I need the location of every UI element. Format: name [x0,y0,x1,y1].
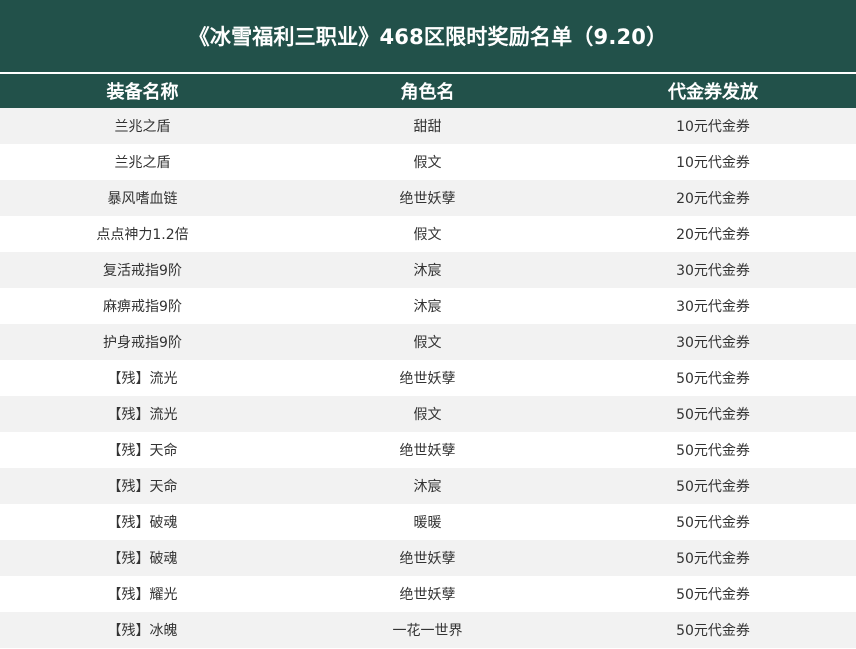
cell-character: 沐宸 [413,263,442,279]
table-header: 装备名称 角色名 代金券发放 [0,74,856,108]
cell-equipment: 复活戒指9阶 [103,263,182,279]
cell-character: 绝世妖孽 [399,191,456,207]
cell-character: 绝世妖孽 [399,371,456,387]
table-row: 【残】冰魄 一花一世界 50元代金券 [0,612,856,648]
cell-voucher: 50元代金券 [676,551,750,567]
table-row: 点点神力1.2倍 假文 20元代金券 [0,216,856,252]
cell-voucher: 30元代金券 [676,263,750,279]
page-title: 《冰雪福利三职业》468区限时奖励名单（9.20） [0,0,856,72]
cell-equipment: 麻痹戒指9阶 [103,299,182,315]
table-row: 【残】天命 绝世妖孽 50元代金券 [0,432,856,468]
cell-character: 假文 [413,407,442,423]
cell-equipment: 【残】流光 [107,407,178,423]
cell-character: 假文 [413,155,442,171]
table-row: 【残】耀光 绝世妖孽 50元代金券 [0,576,856,612]
table-row: 【残】破魂 暖暖 50元代金券 [0,504,856,540]
cell-equipment: 【残】流光 [107,371,178,387]
cell-character: 假文 [413,227,442,243]
cell-equipment: 【残】破魂 [107,515,178,531]
cell-voucher: 30元代金券 [676,335,750,351]
table-row: 暴风嗜血链 绝世妖孽 20元代金券 [0,180,856,216]
cell-equipment: 暴风嗜血链 [107,191,178,207]
cell-equipment: 兰兆之盾 [114,119,171,135]
cell-character: 一花一世界 [392,623,463,639]
table-body: 兰兆之盾 甜甜 10元代金券 兰兆之盾 假文 10元代金券 暴风嗜血链 绝世妖孽 20元代金券点… [0,108,856,648]
cell-voucher: 20元代金券 [676,191,750,207]
cell-voucher: 50元代金券 [676,479,750,495]
table-row: 【残】破魂 绝世妖孽 50元代金券 [0,540,856,576]
cell-character: 甜甜 [413,119,442,135]
cell-voucher: 50元代金券 [676,371,750,387]
cell-character: 绝世妖孽 [399,587,456,603]
cell-equipment: 【残】破魂 [107,551,178,567]
cell-equipment: 【残】天命 [107,443,178,459]
table-row: 兰兆之盾 假文 10元代金券 [0,144,856,180]
table-row: 【残】天命 沐宸 50元代金券 [0,468,856,504]
cell-equipment: 【残】耀光 [107,587,178,603]
table-row: 麻痹戒指9阶 沐宸 30元代金券 [0,288,856,324]
cell-equipment: 【残】天命 [107,479,178,495]
cell-character: 绝世妖孽 [399,551,456,567]
table-row: 复活戒指9阶 沐宸 30元代金券 [0,252,856,288]
cell-voucher: 20元代金券 [676,227,750,243]
reward-list-sheet: 《冰雪福利三职业》468区限时奖励名单（9.20） 装备名称 角色名 代金券发放… [0,0,856,649]
cell-character: 沐宸 [413,299,442,315]
cell-voucher: 50元代金券 [676,407,750,423]
column-header-voucher: 代金券发放 [668,82,758,103]
cell-character: 沐宸 [413,479,442,495]
table-row: 兰兆之盾 甜甜 10元代金券 [0,108,856,144]
cell-voucher: 50元代金券 [676,623,750,639]
cell-voucher: 30元代金券 [676,299,750,315]
cell-equipment: 护身戒指9阶 [103,335,182,351]
cell-equipment: 点点神力1.2倍 [96,227,189,243]
cell-voucher: 10元代金券 [676,155,750,171]
cell-voucher: 10元代金券 [676,119,750,135]
cell-voucher: 50元代金券 [676,443,750,459]
column-header-character: 角色名 [400,82,455,103]
cell-character: 假文 [413,335,442,351]
table-row: 【残】流光 绝世妖孽 50元代金券 [0,360,856,396]
cell-voucher: 50元代金券 [676,515,750,531]
cell-equipment: 【残】冰魄 [107,623,178,639]
table-row: 护身戒指9阶 假文 30元代金券 [0,324,856,360]
column-header-equipment: 装备名称 [106,82,179,103]
cell-character: 绝世妖孽 [399,443,456,459]
cell-character: 暖暖 [413,515,442,531]
table-row: 【残】流光 假文 50元代金券 [0,396,856,432]
cell-equipment: 兰兆之盾 [114,155,171,171]
cell-voucher: 50元代金券 [676,587,750,603]
